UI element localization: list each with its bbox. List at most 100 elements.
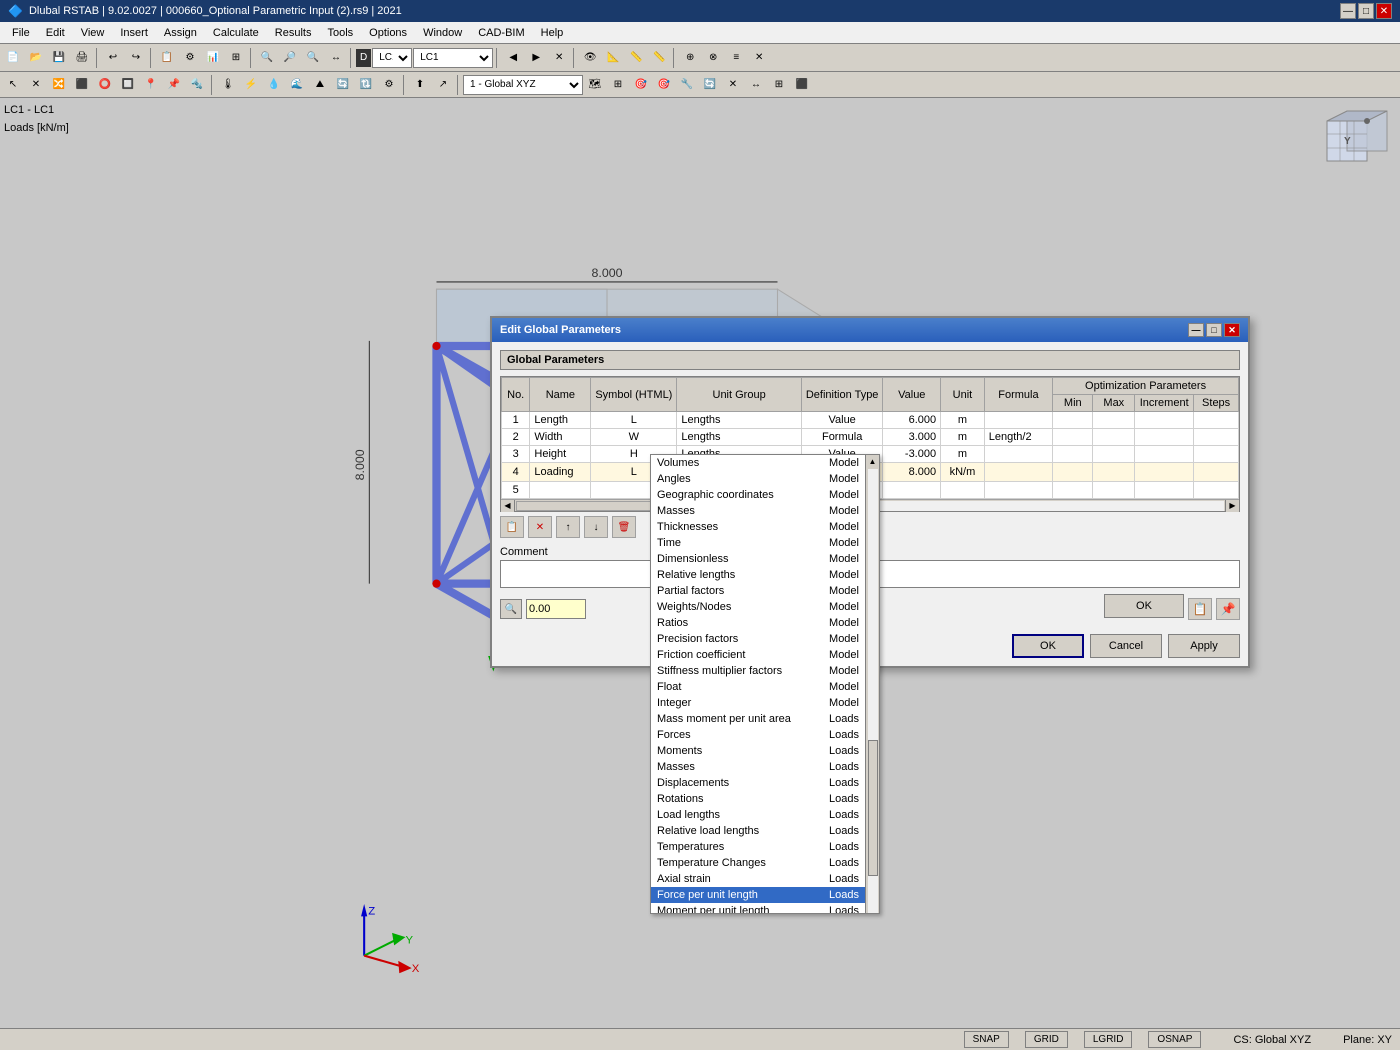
tb-btn-16[interactable]: ✕	[748, 47, 770, 69]
tb2-btn-25[interactable]: ✕	[722, 74, 744, 96]
tb2-btn-19[interactable]: ↗	[432, 74, 454, 96]
tb2-btn-12[interactable]: 💧	[263, 74, 285, 96]
tb2-btn-17[interactable]: ⚙	[378, 74, 400, 96]
tb2-btn-14[interactable]: ⛰	[309, 74, 331, 96]
save-button[interactable]: 💾	[48, 47, 70, 69]
tb-btn-10[interactable]: 📐	[602, 47, 624, 69]
tb2-btn-21[interactable]: 🎯	[630, 74, 652, 96]
dropdown-item-temperatures[interactable]: TemperaturesLoads	[651, 839, 865, 855]
formula-ok-button[interactable]: OK	[1104, 594, 1184, 618]
dropdown-item-stiffness[interactable]: Stiffness multiplier factorsModel	[651, 663, 865, 679]
tb-btn-3[interactable]: 📊	[202, 47, 224, 69]
dropdown-item-mass-moment[interactable]: Mass moment per unit areaLoads	[651, 711, 865, 727]
dropdown-item-load-lengths[interactable]: Load lengthsLoads	[651, 807, 865, 823]
tb-btn-x[interactable]: ✕	[548, 47, 570, 69]
tb-btn-8[interactable]: ↔	[325, 47, 347, 69]
nav-cube[interactable]: Y	[1322, 106, 1392, 176]
menu-file[interactable]: File	[4, 22, 38, 43]
dropdown-item-weights-nodes[interactable]: Weights/NodesModel	[651, 599, 865, 615]
dropdown-item-force-per-unit-length[interactable]: Force per unit lengthLoads	[651, 887, 865, 903]
tb-btn-12[interactable]: 📏	[648, 47, 670, 69]
dropdown-item-angles[interactable]: AnglesModel	[651, 471, 865, 487]
osnap-status[interactable]: OSNAP	[1148, 1031, 1201, 1048]
dropdown-scrollbar[interactable]: ▲ ▼	[865, 455, 879, 914]
dropdown-item-geographic[interactable]: Geographic coordinatesModel	[651, 487, 865, 503]
undo-button[interactable]: ↩	[102, 47, 124, 69]
maximize-button[interactable]: □	[1358, 3, 1374, 19]
dropdown-item-float[interactable]: FloatModel	[651, 679, 865, 695]
coord-sys-combo[interactable]: 1 - Global XYZ	[463, 75, 583, 95]
dropdown-item-dimensionless[interactable]: DimensionlessModel	[651, 551, 865, 567]
menu-edit[interactable]: Edit	[38, 22, 73, 43]
dropdown-item-moment-per-unit-length[interactable]: Moment per unit lengthLoads	[651, 903, 865, 914]
menu-window[interactable]: Window	[415, 22, 470, 43]
dropdown-item-rel-load-lengths[interactable]: Relative load lengthsLoads	[651, 823, 865, 839]
dropdown-item-axial-strain[interactable]: Axial strainLoads	[651, 871, 865, 887]
tb2-btn-15[interactable]: 🔄	[332, 74, 354, 96]
lgrid-status[interactable]: LGRID	[1084, 1031, 1133, 1048]
tb-btn-1[interactable]: 📋	[156, 47, 178, 69]
tb2-btn-7[interactable]: 📍	[140, 74, 162, 96]
new-button[interactable]: 📄	[2, 47, 24, 69]
dialog-maximize-button[interactable]: □	[1206, 323, 1222, 337]
tb2-btn-26[interactable]: ↔	[745, 74, 767, 96]
tb-btn-14[interactable]: ⊗	[702, 47, 724, 69]
dropdown-item-masses-loads[interactable]: MassesLoads	[651, 759, 865, 775]
dropdown-item-relative-lengths[interactable]: Relative lengthsModel	[651, 567, 865, 583]
ok-button[interactable]: OK	[1012, 634, 1084, 658]
tb2-btn-4[interactable]: ⬛	[71, 74, 93, 96]
tb2-btn-23[interactable]: 🔧	[676, 74, 698, 96]
tb-btn-11[interactable]: 📏	[625, 47, 647, 69]
add-row-button[interactable]: 📋	[500, 516, 524, 538]
tb2-btn-16[interactable]: 🔃	[355, 74, 377, 96]
menu-help[interactable]: Help	[533, 22, 572, 43]
menu-tools[interactable]: Tools	[319, 22, 361, 43]
move-up-button[interactable]: ↑	[556, 516, 580, 538]
delete-row-button[interactable]: ✕	[528, 516, 552, 538]
menu-calculate[interactable]: Calculate	[205, 22, 267, 43]
dropdown-item-thicknesses[interactable]: ThicknessesModel	[651, 519, 865, 535]
menu-assign[interactable]: Assign	[156, 22, 205, 43]
tb-btn-13[interactable]: ⊕	[679, 47, 701, 69]
tb-btn-7[interactable]: 🔍	[302, 47, 324, 69]
tb2-btn-2[interactable]: ✕	[25, 74, 47, 96]
tb2-btn-8[interactable]: 📌	[163, 74, 185, 96]
paste-icon-btn[interactable]: 📌	[1216, 598, 1240, 620]
tb2-btn-22[interactable]: 🎯	[653, 74, 675, 96]
tb2-btn-1[interactable]: ↖	[2, 74, 24, 96]
coord-btn[interactable]: 🗺	[584, 74, 606, 96]
menu-insert[interactable]: Insert	[112, 22, 156, 43]
tb2-btn-9[interactable]: 🔩	[186, 74, 208, 96]
redo-button[interactable]: ↪	[125, 47, 147, 69]
snap-status[interactable]: SNAP	[964, 1031, 1009, 1048]
menu-cadbim[interactable]: CAD-BIM	[470, 22, 532, 43]
tb2-btn-24[interactable]: 🔄	[699, 74, 721, 96]
formula-input[interactable]	[526, 599, 586, 619]
move-down-button[interactable]: ↓	[584, 516, 608, 538]
dialog-close-button[interactable]: ✕	[1224, 323, 1240, 337]
tb2-btn-27[interactable]: ⊞	[768, 74, 790, 96]
dropdown-item-displacements[interactable]: DisplacementsLoads	[651, 775, 865, 791]
tb2-btn-13[interactable]: 🌊	[286, 74, 308, 96]
dropdown-scroll-thumb[interactable]	[868, 740, 878, 876]
dropdown-item-time[interactable]: TimeModel	[651, 535, 865, 551]
scroll-right-btn[interactable]: ▶	[1225, 500, 1239, 512]
tb2-btn-20[interactable]: ⊞	[607, 74, 629, 96]
tb-btn-15[interactable]: ≡	[725, 47, 747, 69]
menu-results[interactable]: Results	[267, 22, 320, 43]
dropdown-item-rotations[interactable]: RotationsLoads	[651, 791, 865, 807]
dropdown-item-friction[interactable]: Friction coefficientModel	[651, 647, 865, 663]
open-button[interactable]: 📂	[25, 47, 47, 69]
scroll-left-btn[interactable]: ◀	[501, 500, 515, 512]
dropdown-item-partial-factors[interactable]: Partial factorsModel	[651, 583, 865, 599]
tb2-btn-3[interactable]: 🔀	[48, 74, 70, 96]
dialog-minimize-button[interactable]: —	[1188, 323, 1204, 337]
tb2-btn-11[interactable]: ⚡	[240, 74, 262, 96]
dropdown-item-ratios[interactable]: RatiosModel	[651, 615, 865, 631]
dropdown-item-temp-changes[interactable]: Temperature ChangesLoads	[651, 855, 865, 871]
cancel-button[interactable]: Cancel	[1090, 634, 1162, 658]
tb-btn-6[interactable]: 🔎	[279, 47, 301, 69]
copy-icon-btn[interactable]: 📋	[1188, 598, 1212, 620]
nav-next[interactable]: ▶	[525, 47, 547, 69]
delete-all-button[interactable]: 🗑	[612, 516, 636, 538]
